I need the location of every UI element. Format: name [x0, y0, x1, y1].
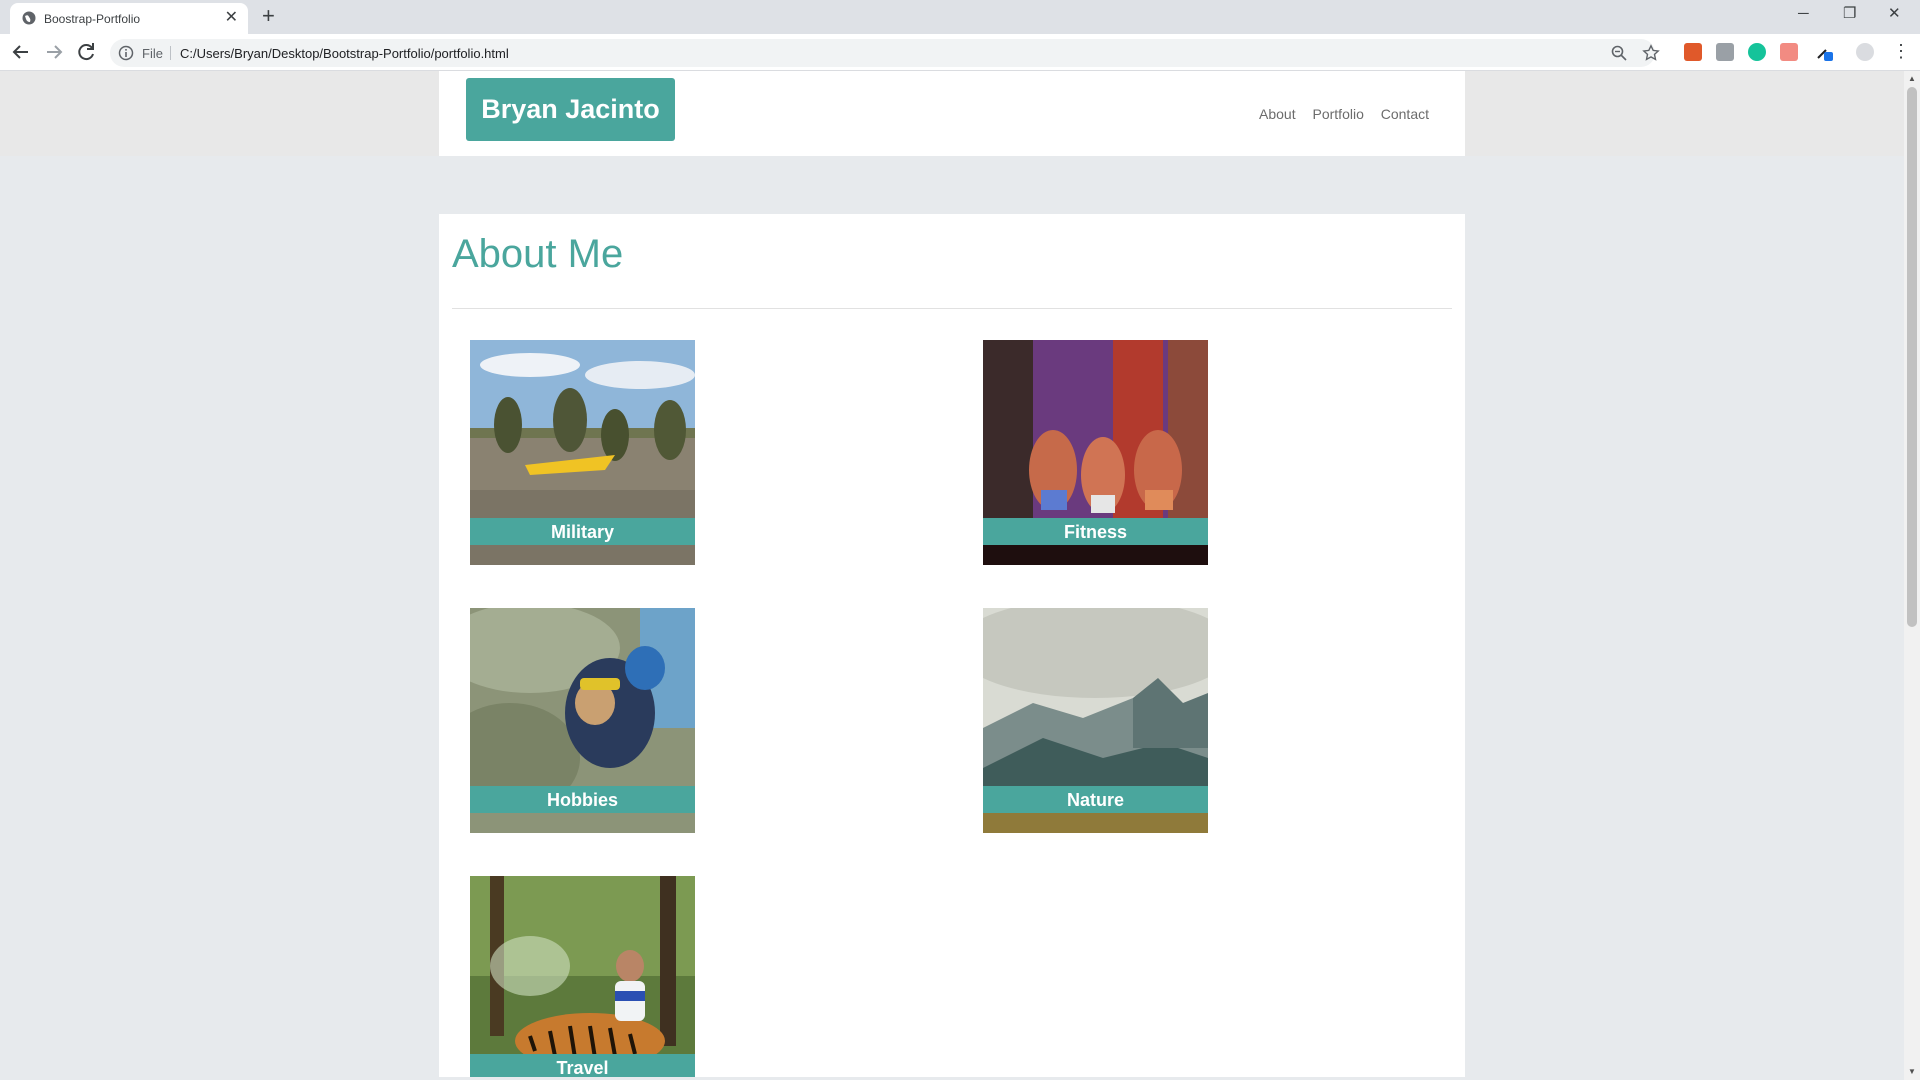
card-nature[interactable]: Nature: [983, 608, 1208, 833]
tab-title: Boostrap-Portfolio: [44, 12, 141, 26]
tab-strip: Boostrap-Portfolio ✕ + ─ ❐ ✕: [0, 0, 1920, 34]
url-text[interactable]: C:/Users/Bryan/Desktop/Bootstrap-Portfol…: [180, 46, 509, 61]
info-icon[interactable]: [118, 45, 134, 61]
eyedropper-extension-icon[interactable]: [1815, 43, 1833, 61]
share-extension-icon[interactable]: [1780, 43, 1798, 61]
card-caption: Nature: [983, 786, 1208, 813]
zoom-icon[interactable]: [1610, 44, 1628, 62]
close-tab-icon[interactable]: ✕: [225, 8, 238, 28]
card-caption: Hobbies: [470, 786, 695, 813]
forward-icon[interactable]: [42, 40, 66, 64]
omnibox-divider: [170, 46, 171, 60]
card-military[interactable]: Military: [470, 340, 695, 565]
site-nav: About Portfolio Contact: [1246, 106, 1429, 122]
page-title: About Me: [452, 232, 624, 276]
scroll-down-icon[interactable]: ▼: [1908, 1067, 1916, 1076]
card-caption: Fitness: [983, 518, 1208, 545]
close-window-icon[interactable]: ✕: [1888, 4, 1901, 24]
restore-icon[interactable]: ❐: [1843, 4, 1856, 24]
brand-logo[interactable]: Bryan Jacinto: [466, 78, 675, 141]
card-fitness[interactable]: Fitness: [983, 340, 1208, 565]
nav-about[interactable]: About: [1259, 106, 1296, 122]
reload-icon[interactable]: [74, 40, 98, 64]
card-caption: Military: [470, 518, 695, 545]
bookmark-star-icon[interactable]: [1642, 44, 1660, 62]
scroll-up-icon[interactable]: ▲: [1908, 74, 1916, 83]
minimize-icon[interactable]: ─: [1798, 4, 1809, 24]
tiger-photo: [470, 876, 695, 1080]
nav-portfolio[interactable]: Portfolio: [1313, 106, 1364, 122]
address-bar[interactable]: File C:/Users/Bryan/Desktop/Bootstrap-Po…: [110, 39, 1660, 67]
card-travel[interactable]: Travel: [470, 876, 695, 1080]
page-viewport: Bryan Jacinto About Portfolio Contact Ab…: [0, 71, 1904, 1080]
scrollbar-thumb[interactable]: [1907, 87, 1917, 627]
browser-toolbar: File C:/Users/Bryan/Desktop/Bootstrap-Po…: [0, 34, 1920, 71]
globe-icon: [22, 11, 36, 25]
card-hobbies[interactable]: Hobbies: [470, 608, 695, 833]
new-tab-icon[interactable]: +: [262, 4, 275, 28]
grammarly-extension-icon[interactable]: [1748, 43, 1766, 61]
url-scheme-label: File: [142, 46, 163, 61]
profile-avatar-icon[interactable]: [1856, 43, 1874, 61]
site-header: Bryan Jacinto About Portfolio Contact: [439, 71, 1465, 156]
menu-kebab-icon[interactable]: ⋮: [1892, 40, 1910, 62]
vertical-scrollbar[interactable]: ▲ ▼: [1904, 71, 1920, 1080]
back-icon[interactable]: [9, 40, 33, 64]
about-section: About Me Military Fitness Hobbies Nature…: [439, 214, 1465, 1080]
browser-tab[interactable]: Boostrap-Portfolio ✕: [10, 3, 248, 34]
office-extension-icon[interactable]: [1684, 43, 1702, 61]
divider: [452, 308, 1452, 309]
pdf-extension-icon[interactable]: [1716, 43, 1734, 61]
nav-contact[interactable]: Contact: [1381, 106, 1429, 122]
